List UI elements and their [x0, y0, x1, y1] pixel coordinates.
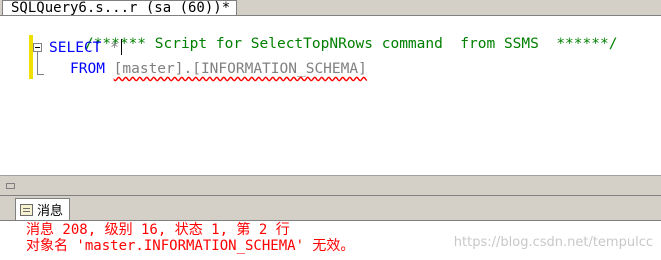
sql-comment: /****** Script for SelectTopNRows comman…	[84, 36, 618, 52]
message-icon	[20, 203, 33, 216]
query-editor[interactable]: /****** Script for SelectTopNRows comman…	[0, 15, 661, 176]
outline-line	[37, 52, 38, 74]
splitter-toggle-button[interactable]	[6, 183, 15, 189]
query-document-tab-title: SQLQuery6.s...r (sa (60))*	[11, 0, 231, 16]
from-keyword: FROM	[70, 61, 105, 77]
select-star: *	[110, 40, 119, 56]
select-keyword: SELECT	[49, 40, 102, 56]
query-document-tab[interactable]: SQLQuery6.s...r (sa (60))*	[2, 0, 238, 16]
error-message-line: 对象名 'master.INFORMATION_SCHEMA' 无效。	[26, 238, 355, 254]
editor-line-from: FROM [master].[INFORMATION_SCHEMA]	[70, 60, 367, 78]
messages-pane[interactable]: 消息 208, 级别 16, 状态 1, 第 2 行 对象名 'master.I…	[0, 220, 661, 260]
collapse-outline-icon[interactable]	[33, 43, 42, 52]
pane-splitter[interactable]	[0, 176, 661, 196]
messages-tab[interactable]: 消息	[15, 198, 71, 220]
text-caret	[120, 39, 122, 55]
change-indicator-bar	[29, 35, 33, 79]
error-message-line: 消息 208, 级别 16, 状态 1, 第 2 行	[26, 222, 290, 238]
results-tab-bar: 消息	[0, 196, 661, 220]
editor-line-select: SELECT *	[49, 39, 122, 57]
outline-line-end	[37, 74, 44, 75]
document-tab-strip: SQLQuery6.s...r (sa (60))*	[0, 0, 661, 15]
watermark-url: https://blog.csdn.net/tempulcc	[453, 235, 653, 250]
messages-tab-label: 消息	[37, 204, 64, 219]
object-name-error: [master].[INFORMATION_SCHEMA]	[113, 61, 367, 77]
